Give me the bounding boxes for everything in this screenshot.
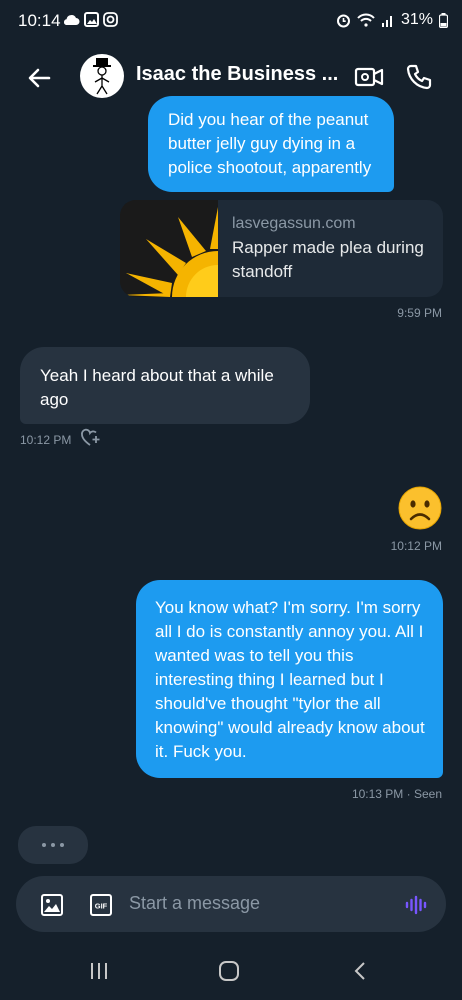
- message-timestamp: 10:12 PM: [20, 433, 72, 447]
- add-reaction-icon[interactable]: [80, 428, 102, 448]
- recent-apps-icon[interactable]: [88, 960, 110, 982]
- message-composer: GIF Start a message: [16, 876, 446, 932]
- system-indicators: 31%: [336, 11, 448, 29]
- frowning-face-emoji[interactable]: [398, 486, 442, 530]
- back-arrow-icon[interactable]: [22, 60, 58, 96]
- status-bar: 10:14 31%: [0, 0, 462, 44]
- svg-text:GIF: GIF: [95, 902, 108, 911]
- link-headline: Rapper made plea during standoff: [232, 238, 424, 281]
- message-status: 10:13 PM · Seen: [351, 787, 442, 801]
- status-time: 10:14: [18, 11, 61, 30]
- message-input[interactable]: Start a message: [129, 893, 260, 914]
- cloud-icon: [63, 14, 80, 25]
- link-preview-card[interactable]: lasvegassun.com Rapper made plea during …: [120, 200, 443, 297]
- message-bubble-outgoing[interactable]: Did you hear of the peanut butter jelly …: [148, 96, 394, 192]
- contact-name[interactable]: Isaac the Business ...: [136, 63, 346, 86]
- wifi-icon: [357, 13, 375, 27]
- signal-icon: [381, 16, 392, 27]
- sun-thumbnail-image: [120, 200, 218, 297]
- typing-indicator: [18, 826, 88, 864]
- back-icon[interactable]: [350, 960, 372, 982]
- voice-message-icon[interactable]: [404, 893, 428, 917]
- link-domain: lasvegassun.com: [232, 215, 356, 232]
- gallery-icon: [84, 12, 99, 27]
- message-timestamp: 9:59 PM: [397, 306, 442, 320]
- message-bubble-incoming[interactable]: Yeah I heard about that a while ago: [20, 347, 310, 424]
- battery-icon: [439, 12, 448, 28]
- battery-percent: 31%: [400, 11, 433, 28]
- stick-figure-icon: [93, 58, 111, 95]
- phone-call-icon[interactable]: [402, 60, 436, 94]
- home-icon[interactable]: [218, 960, 240, 982]
- message-bubble-outgoing[interactable]: You know what? I'm sorry. I'm sorry all …: [136, 580, 443, 778]
- message-text: Did you hear of the peanut butter jelly …: [168, 110, 372, 177]
- contact-avatar[interactable]: [80, 54, 124, 98]
- alarm-icon: [336, 14, 350, 27]
- video-call-icon[interactable]: [352, 60, 386, 94]
- instagram-icon: [103, 12, 118, 27]
- message-timestamp: 10:12 PM: [390, 539, 442, 553]
- system-navigation-bar: [0, 940, 462, 1000]
- notification-icons: [62, 12, 118, 27]
- gif-icon[interactable]: GIF: [89, 893, 113, 917]
- message-text: You know what? I'm sorry. I'm sorry all …: [155, 598, 425, 761]
- message-text: Yeah I heard about that a while ago: [40, 366, 274, 409]
- image-icon[interactable]: [40, 893, 64, 917]
